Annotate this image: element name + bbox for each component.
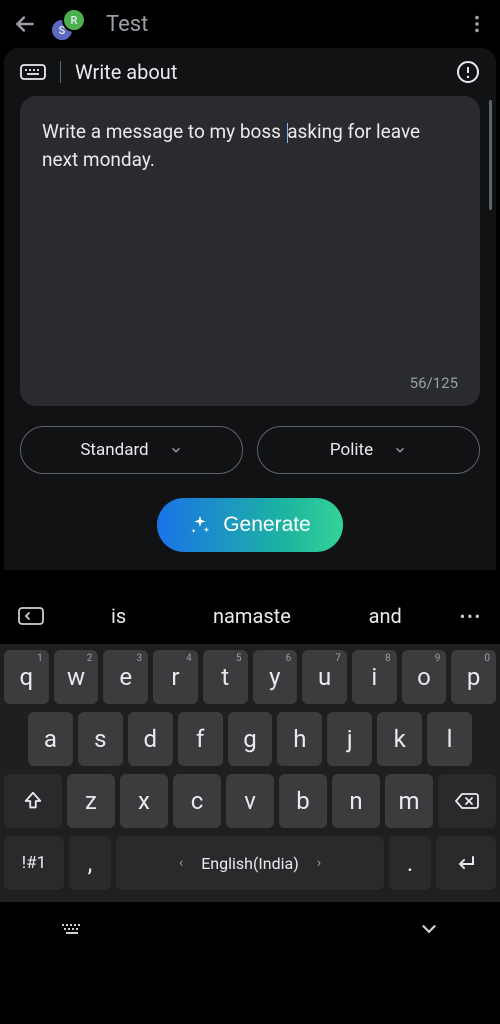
space-label: English(India) xyxy=(201,854,299,873)
contact-avatar[interactable]: R S xyxy=(50,8,94,40)
shift-key[interactable] xyxy=(4,774,62,828)
chevron-left-icon: ‹ xyxy=(179,855,183,871)
key-q[interactable]: q1 xyxy=(4,650,49,704)
key-s[interactable]: s xyxy=(78,712,123,766)
key-o[interactable]: o9 xyxy=(402,650,447,704)
keyboard: q1w2e3r4t5y6u7i8o9p0 asdfghjkl zxcvbnm !… xyxy=(0,644,500,902)
key-r[interactable]: r4 xyxy=(153,650,198,704)
sparkle-icon xyxy=(189,514,211,536)
key-y[interactable]: y6 xyxy=(253,650,298,704)
keyboard-toggle-icon[interactable] xyxy=(60,920,84,938)
key-j[interactable]: j xyxy=(327,712,372,766)
overflow-menu-button[interactable] xyxy=(466,13,488,35)
key-h[interactable]: h xyxy=(277,712,322,766)
key-a[interactable]: a xyxy=(28,712,73,766)
divider xyxy=(60,61,61,83)
key-n[interactable]: n xyxy=(332,774,380,828)
key-l[interactable]: l xyxy=(427,712,472,766)
key-k[interactable]: k xyxy=(377,712,422,766)
chevron-down-icon xyxy=(393,443,407,457)
info-icon[interactable] xyxy=(456,60,480,84)
collapse-keyboard-button[interactable] xyxy=(418,918,440,940)
key-p[interactable]: p0 xyxy=(451,650,496,704)
suggestion-word[interactable]: namaste xyxy=(185,604,318,628)
period-key[interactable]: . xyxy=(389,836,431,890)
spacebar-key[interactable]: ‹ English(India) › xyxy=(116,836,384,890)
key-w[interactable]: w2 xyxy=(54,650,99,704)
chevron-right-icon: › xyxy=(317,855,321,871)
key-i[interactable]: i8 xyxy=(352,650,397,704)
enter-key[interactable] xyxy=(436,836,496,890)
style-dropdown[interactable]: Standard xyxy=(20,426,243,474)
key-t[interactable]: t5 xyxy=(203,650,248,704)
key-e[interactable]: e3 xyxy=(103,650,148,704)
tone-label: Polite xyxy=(330,440,373,460)
key-v[interactable]: v xyxy=(226,774,274,828)
keyboard-icon[interactable] xyxy=(20,62,46,82)
key-d[interactable]: d xyxy=(128,712,173,766)
style-label: Standard xyxy=(80,440,148,460)
symbols-key[interactable]: !#1 xyxy=(4,836,64,890)
tone-dropdown[interactable]: Polite xyxy=(257,426,480,474)
chevron-down-icon xyxy=(169,443,183,457)
suggestion-word[interactable]: and xyxy=(319,604,452,628)
key-u[interactable]: u7 xyxy=(302,650,347,704)
prompt-input[interactable]: Write a message to my boss asking for le… xyxy=(20,96,480,406)
key-z[interactable]: z xyxy=(67,774,115,828)
more-suggestions-button[interactable]: ••• xyxy=(452,607,490,626)
panel-title: Write about xyxy=(75,60,177,84)
key-c[interactable]: c xyxy=(173,774,221,828)
char-counter: 56/125 xyxy=(410,374,458,392)
scrollbar[interactable] xyxy=(489,100,492,210)
generate-button[interactable]: Generate xyxy=(157,498,343,552)
suggestion-word[interactable]: is xyxy=(52,604,185,628)
key-b[interactable]: b xyxy=(279,774,327,828)
suggestion-back-button[interactable] xyxy=(10,605,52,627)
key-x[interactable]: x xyxy=(120,774,168,828)
key-g[interactable]: g xyxy=(228,712,273,766)
backspace-key[interactable] xyxy=(438,774,496,828)
key-f[interactable]: f xyxy=(178,712,223,766)
comma-key[interactable]: , xyxy=(69,836,111,890)
back-button[interactable] xyxy=(12,11,38,37)
prompt-text: Write a message to my boss asking for le… xyxy=(42,118,458,173)
chat-title: Test xyxy=(106,12,148,37)
generate-label: Generate xyxy=(223,513,311,537)
key-m[interactable]: m xyxy=(385,774,433,828)
avatar-icon: R xyxy=(62,8,86,32)
